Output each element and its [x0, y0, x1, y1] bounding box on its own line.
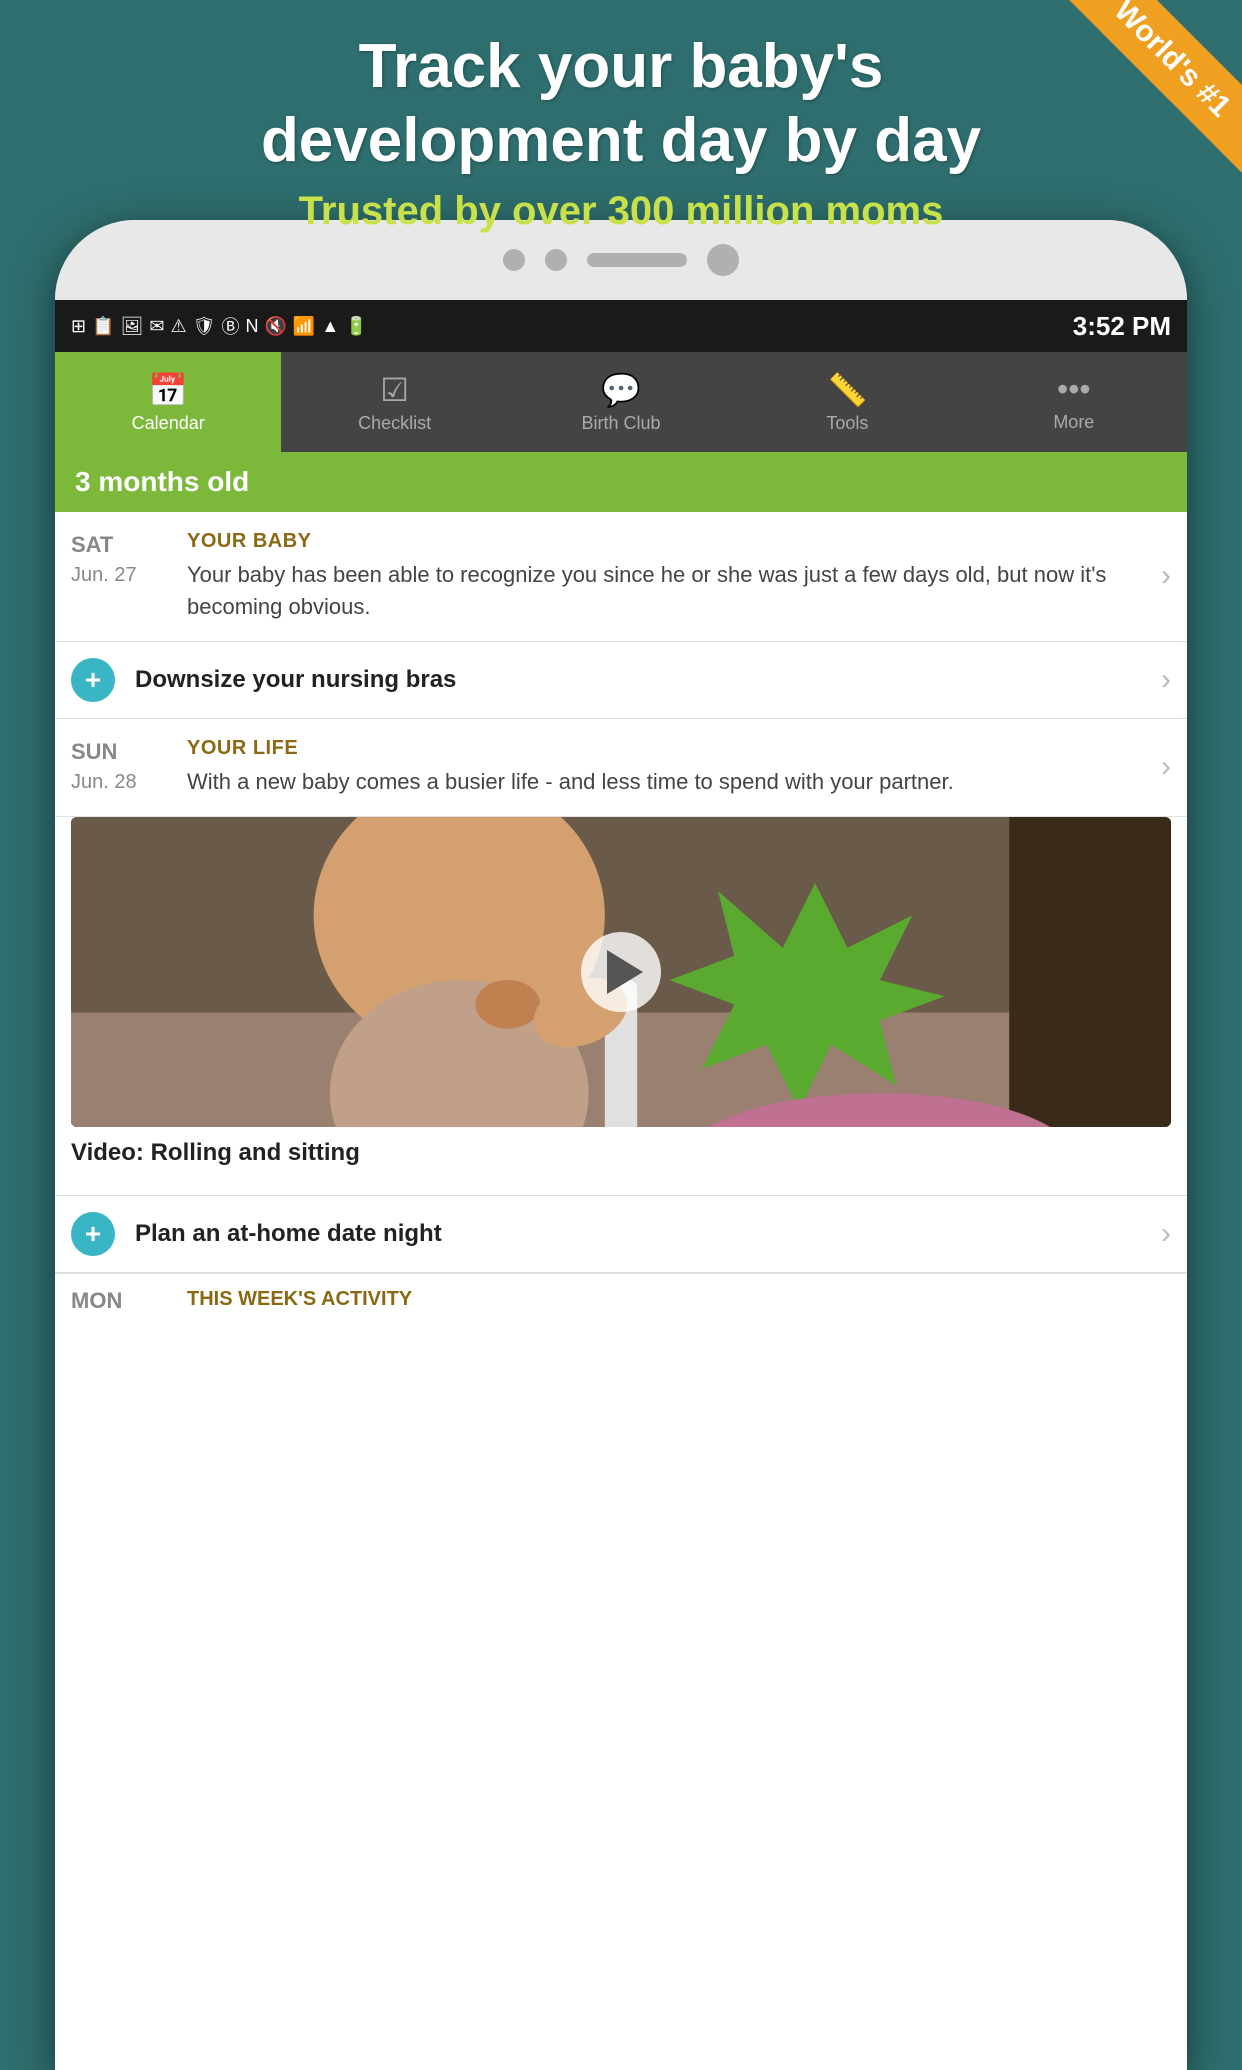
- phone-dot-large: [707, 244, 739, 276]
- phone-frame: ⊞ 📋 🖼 ✉ ⚠ 🛡 Ⓑ N 🔇 📶 ▲ 🔋 3:52 PM 📅 Calend…: [55, 220, 1187, 2070]
- warning-icon: ⚠: [170, 316, 186, 337]
- tab-birth-club-label: Birth Club: [582, 413, 661, 434]
- tab-tools[interactable]: 📏 Tools: [734, 352, 960, 452]
- video-title: Video: Rolling and sitting: [55, 1139, 1187, 1181]
- chevron-entry1: ›: [1161, 559, 1171, 593]
- phone-dot-2: [545, 249, 567, 271]
- date-mon: MON: [71, 1288, 171, 1314]
- entry-life-content: YOUR LIFE With a new baby comes a busier…: [187, 737, 1151, 798]
- play-triangle-icon: [607, 950, 643, 994]
- battery-icon: 🔋: [345, 316, 367, 337]
- chevron-entry2: ›: [1161, 750, 1171, 784]
- tab-calendar-label: Calendar: [132, 413, 205, 434]
- nfc-icon: N: [245, 316, 258, 337]
- status-icons-left: ⊞ 📋 🖼 ✉ ⚠ 🛡 Ⓑ N 🔇 📶 ▲ 🔋: [71, 313, 368, 339]
- signal-icon: ▲: [321, 316, 339, 337]
- age-banner: 3 months old: [55, 452, 1187, 512]
- email-icon: ✉: [149, 316, 164, 337]
- calendar-icon: 📅: [148, 371, 188, 409]
- tools-icon: 📏: [828, 371, 868, 409]
- tab-checklist-label: Checklist: [358, 413, 431, 434]
- shield-icon: 🛡: [193, 316, 216, 337]
- category-week-activity: THIS WEEK'S ACTIVITY: [187, 1288, 412, 1311]
- day-sun: SUN: [71, 737, 171, 768]
- entry-sat-jun27[interactable]: SAT Jun. 27 YOUR BABY Your baby has been…: [55, 512, 1187, 642]
- add-icon: ⊞: [71, 316, 86, 337]
- chevron-date-night: ›: [1161, 1217, 1171, 1251]
- plus-row-date-night[interactable]: + Plan an at-home date night ›: [55, 1196, 1187, 1273]
- tab-tools-label: Tools: [826, 413, 868, 434]
- phone-dot-1: [503, 249, 525, 271]
- plus-icon-date-night: +: [71, 1212, 115, 1256]
- entry-baby-content: YOUR BABY Your baby has been able to rec…: [187, 530, 1151, 623]
- plus-label-date-night: Plan an at-home date night: [135, 1220, 1131, 1248]
- note-icon: 📋: [92, 316, 114, 337]
- b-icon: Ⓑ: [221, 313, 239, 339]
- entry-baby-text: Your baby has been able to recognize you…: [187, 559, 1151, 623]
- entry-life-text: With a new baby comes a busier life - an…: [187, 766, 1151, 798]
- phone-screen: ⊞ 📋 🖼 ✉ ⚠ 🛡 Ⓑ N 🔇 📶 ▲ 🔋 3:52 PM 📅 Calend…: [55, 300, 1187, 2070]
- date-sat: SAT Jun. 27: [71, 530, 171, 589]
- more-icon: •••: [1057, 371, 1091, 408]
- chevron-nursing: ›: [1161, 663, 1171, 697]
- baby-scene: babycenter: [71, 817, 1171, 1127]
- status-bar: ⊞ 📋 🖼 ✉ ⚠ 🛡 Ⓑ N 🔇 📶 ▲ 🔋 3:52 PM: [55, 300, 1187, 352]
- mute-icon: 🔇: [264, 316, 286, 337]
- birth-club-icon: 💬: [601, 371, 641, 409]
- wifi-icon: 📶: [293, 316, 315, 337]
- tab-calendar[interactable]: 📅 Calendar: [55, 352, 281, 452]
- category-your-baby: YOUR BABY: [187, 530, 1151, 553]
- age-banner-text: 3 months old: [75, 466, 249, 497]
- plus-icon-nursing: +: [71, 658, 115, 702]
- tab-birth-club[interactable]: 💬 Birth Club: [508, 352, 734, 452]
- category-your-life: YOUR LIFE: [187, 737, 1151, 760]
- content-area: SAT Jun. 27 YOUR BABY Your baby has been…: [55, 512, 1187, 1328]
- entry-mon: MON THIS WEEK'S ACTIVITY: [55, 1273, 1187, 1328]
- date-jun28: Jun. 28: [71, 768, 171, 796]
- image-icon: 🖼: [121, 316, 144, 337]
- entry-sun-jun28[interactable]: SUN Jun. 28 YOUR LIFE With a new baby co…: [55, 719, 1187, 817]
- header-title-line1: Track your baby's: [359, 32, 884, 101]
- tab-checklist[interactable]: ☑ Checklist: [281, 352, 507, 452]
- plus-label-nursing: Downsize your nursing bras: [135, 666, 1131, 694]
- video-section[interactable]: babycenter Video: Rolling and sitting: [55, 817, 1187, 1196]
- nav-tabs: 📅 Calendar ☑ Checklist 💬 Birth Club 📏 To…: [55, 352, 1187, 452]
- checklist-icon: ☑: [380, 371, 409, 409]
- header-title-line2: development day by day: [261, 106, 981, 175]
- date-jun27: Jun. 27: [71, 561, 171, 589]
- day-mon: MON: [71, 1288, 171, 1314]
- day-sat: SAT: [71, 530, 171, 561]
- worlds-badge-container: World's #1: [1022, 0, 1242, 220]
- status-time: 3:52 PM: [1073, 311, 1171, 342]
- tab-more[interactable]: ••• More: [961, 352, 1187, 452]
- play-button[interactable]: [581, 932, 661, 1012]
- tab-more-label: More: [1053, 412, 1094, 433]
- video-thumbnail[interactable]: babycenter: [71, 817, 1171, 1127]
- worlds-badge: World's #1: [1058, 0, 1242, 173]
- plus-row-nursing[interactable]: + Downsize your nursing bras ›: [55, 642, 1187, 719]
- phone-pill: [587, 253, 687, 267]
- date-sun: SUN Jun. 28: [71, 737, 171, 796]
